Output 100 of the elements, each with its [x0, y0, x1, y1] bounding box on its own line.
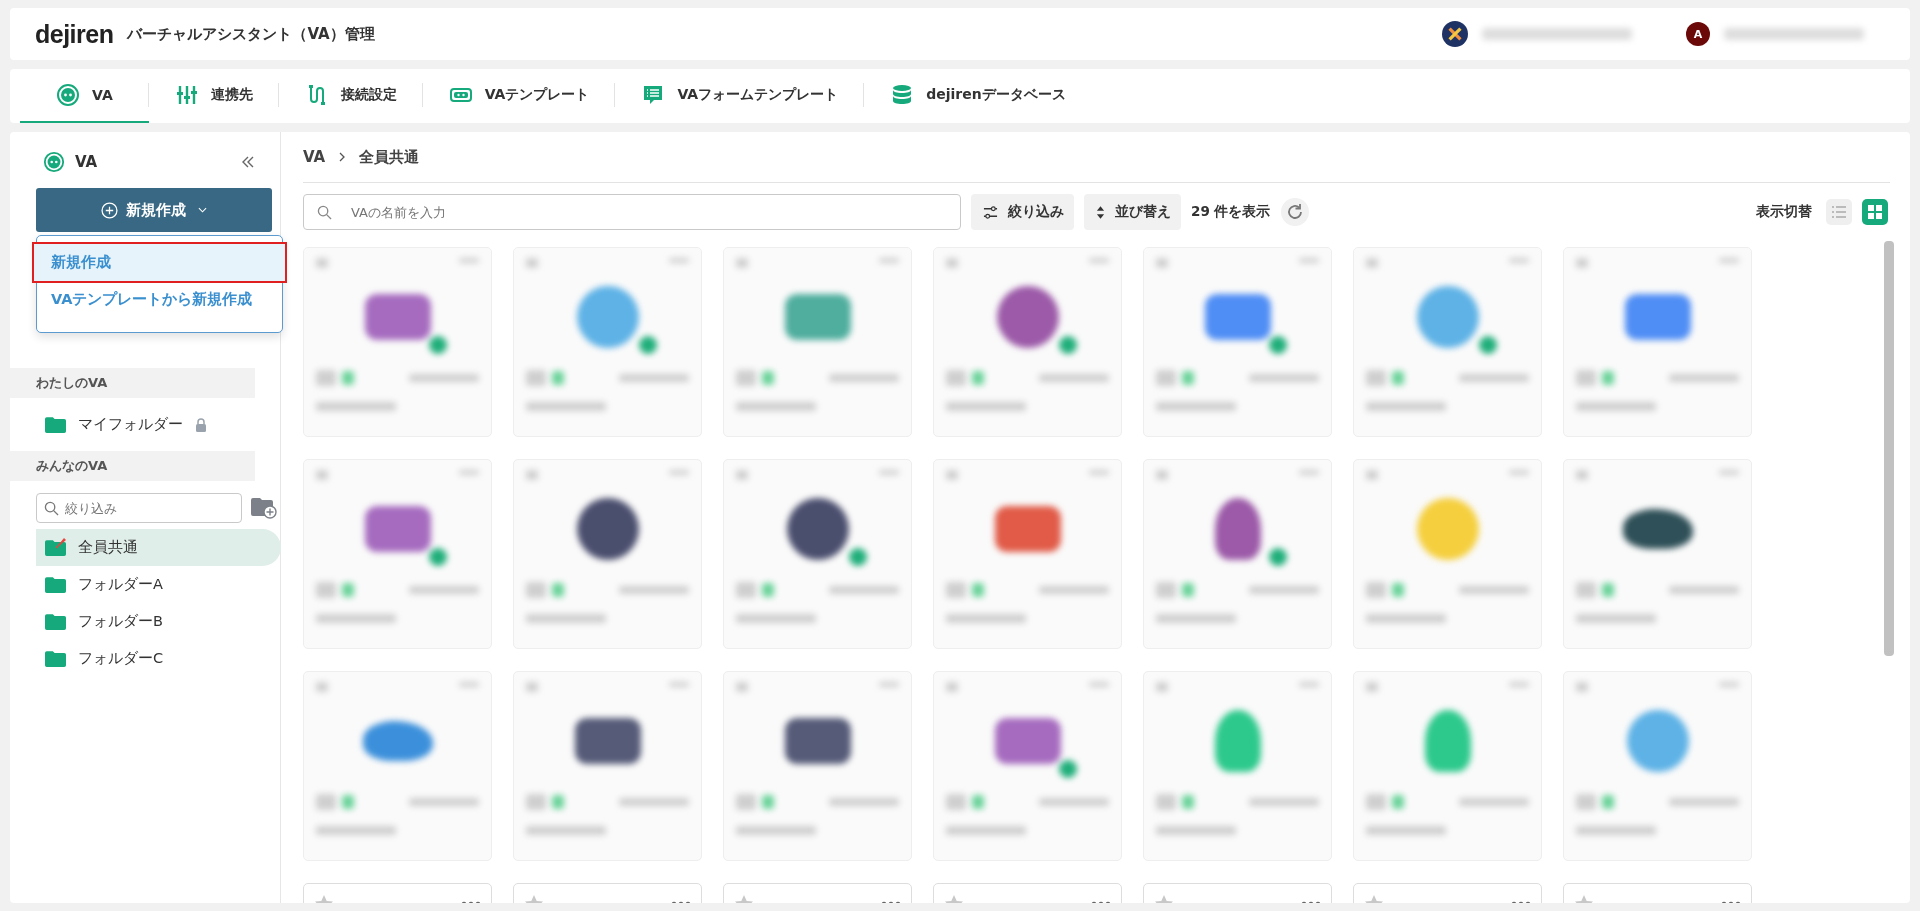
- blurred-tag-icon: [342, 795, 354, 809]
- blurred-date: [1249, 586, 1319, 594]
- blurred-user-icon: [736, 370, 756, 386]
- blurred-tag-icon: [762, 795, 774, 809]
- blurred-star-icon: [736, 682, 748, 692]
- blurred-star-icon: [1576, 258, 1588, 268]
- blurred-star-icon: [736, 470, 748, 480]
- blurred-tag-icon: [1182, 371, 1194, 385]
- blurred-card[interactable]: [513, 671, 702, 861]
- blurred-date: [1039, 586, 1109, 594]
- blurred-card[interactable]: [933, 459, 1122, 649]
- blurred-user-icon: [1366, 794, 1386, 810]
- folder-item[interactable]: フォルダーB: [36, 603, 281, 640]
- blurred-tag-icon: [1602, 583, 1614, 597]
- blurred-tag-icon: [1392, 583, 1404, 597]
- grid-view-button[interactable]: [1862, 199, 1888, 225]
- logo[interactable]: dejiren: [35, 19, 114, 49]
- blurred-star-icon: [1576, 470, 1588, 480]
- tab[interactable]: 連携先: [148, 69, 279, 123]
- breadcrumb-item: 全員共通: [359, 147, 420, 167]
- tab[interactable]: dejirenデータベース: [864, 69, 1092, 123]
- filter-button[interactable]: 絞り込み: [971, 194, 1074, 230]
- add-folder-icon[interactable]: [251, 497, 277, 519]
- blurred-card[interactable]: [513, 459, 702, 649]
- blurred-star-icon: [1156, 682, 1168, 692]
- blurred-user-icon: [1366, 370, 1386, 386]
- sidebar-title: VA: [75, 153, 98, 171]
- folder-item[interactable]: フォルダーC: [36, 640, 281, 677]
- search-field[interactable]: VAの名前を入力: [303, 194, 961, 230]
- blurred-card[interactable]: [723, 671, 912, 861]
- sliders-icon: [174, 83, 199, 107]
- blurred-user-icon: [316, 370, 336, 386]
- blurred-card[interactable]: [303, 247, 492, 437]
- list-icon: [1831, 204, 1847, 220]
- blurred-card[interactable]: [933, 247, 1122, 437]
- sliders-icon: [983, 204, 998, 220]
- blurred-date: [619, 798, 689, 806]
- tab[interactable]: VA: [20, 69, 149, 123]
- blurred-star-icon: [946, 470, 958, 480]
- blurred-date: [409, 374, 479, 382]
- breadcrumb-item[interactable]: VA: [303, 148, 326, 166]
- blurred-card[interactable]: [723, 459, 912, 649]
- blurred-user-icon: [316, 582, 336, 598]
- organization-icon[interactable]: [1442, 21, 1468, 47]
- blurred-date: [409, 798, 479, 806]
- filter-field[interactable]: 絞り込み: [36, 493, 242, 523]
- collapse-icon[interactable]: [240, 154, 256, 170]
- view-toggle-label: 表示切替: [1756, 203, 1812, 221]
- blurred-user-icon: [736, 582, 756, 598]
- list-view-button[interactable]: [1826, 199, 1852, 225]
- blurred-tag-icon: [762, 583, 774, 597]
- blurred-card[interactable]: [1563, 459, 1752, 649]
- menu-item[interactable]: VAテンプレートから新規作成: [37, 281, 282, 318]
- blurred-tag-icon: [1182, 583, 1194, 597]
- blurred-tag-icon: [1392, 795, 1404, 809]
- blurred-user-icon: [526, 370, 546, 386]
- plus-icon: [101, 201, 118, 219]
- blurred-tag-icon: [972, 371, 984, 385]
- scrollbar-thumb[interactable]: [1884, 241, 1894, 656]
- blurred-user-icon: [316, 794, 336, 810]
- blurred-tag-icon: [342, 371, 354, 385]
- blurred-star-icon: [526, 470, 538, 480]
- blurred-tag-icon: [1182, 795, 1194, 809]
- blurred-star-icon: [1366, 682, 1378, 692]
- blurred-star-icon: [1366, 470, 1378, 480]
- sort-button[interactable]: 並び替え: [1084, 194, 1181, 230]
- refresh-button[interactable]: [1280, 198, 1309, 226]
- grid-icon: [1867, 204, 1883, 220]
- blurred-tag-icon: [762, 371, 774, 385]
- blurred-date: [1669, 798, 1739, 806]
- blurred-star-icon: [736, 258, 748, 268]
- tab[interactable]: VAテンプレート: [422, 69, 616, 123]
- blurred-user-icon: [526, 582, 546, 598]
- blurred-user-icon: [946, 582, 966, 598]
- folder-item[interactable]: フォルダーA: [36, 566, 281, 603]
- blurred-date: [829, 798, 899, 806]
- blurred-star-icon: [316, 470, 328, 480]
- blurred-star-icon: [316, 258, 328, 268]
- folder-icon: [45, 650, 66, 667]
- assistant-icon: [43, 151, 65, 173]
- search-icon: [44, 500, 59, 516]
- tab[interactable]: VAフォームテンプレート: [615, 69, 865, 123]
- blurred-card[interactable]: [303, 459, 492, 649]
- create-button[interactable]: 新規作成: [36, 188, 272, 232]
- tab[interactable]: 接続設定: [278, 69, 423, 123]
- blurred-tag-icon: [972, 795, 984, 809]
- blurred-tag-icon: [342, 583, 354, 597]
- blurred-card[interactable]: [933, 671, 1122, 861]
- folder-item[interactable]: マイフォルダー: [36, 406, 281, 443]
- blurred-date: [1249, 798, 1319, 806]
- blurred-user-icon: [946, 370, 966, 386]
- blurred-card[interactable]: [1143, 459, 1332, 649]
- search-icon: [317, 204, 332, 220]
- folder-item[interactable]: 全員共通: [36, 529, 281, 566]
- user-avatar[interactable]: A: [1686, 22, 1710, 46]
- blurred-star-icon: [526, 258, 538, 268]
- blurred-tag-icon: [552, 795, 564, 809]
- blurred-date: [1459, 586, 1529, 594]
- blurred-user-icon: [1576, 794, 1596, 810]
- blurred-user-icon: [736, 794, 756, 810]
